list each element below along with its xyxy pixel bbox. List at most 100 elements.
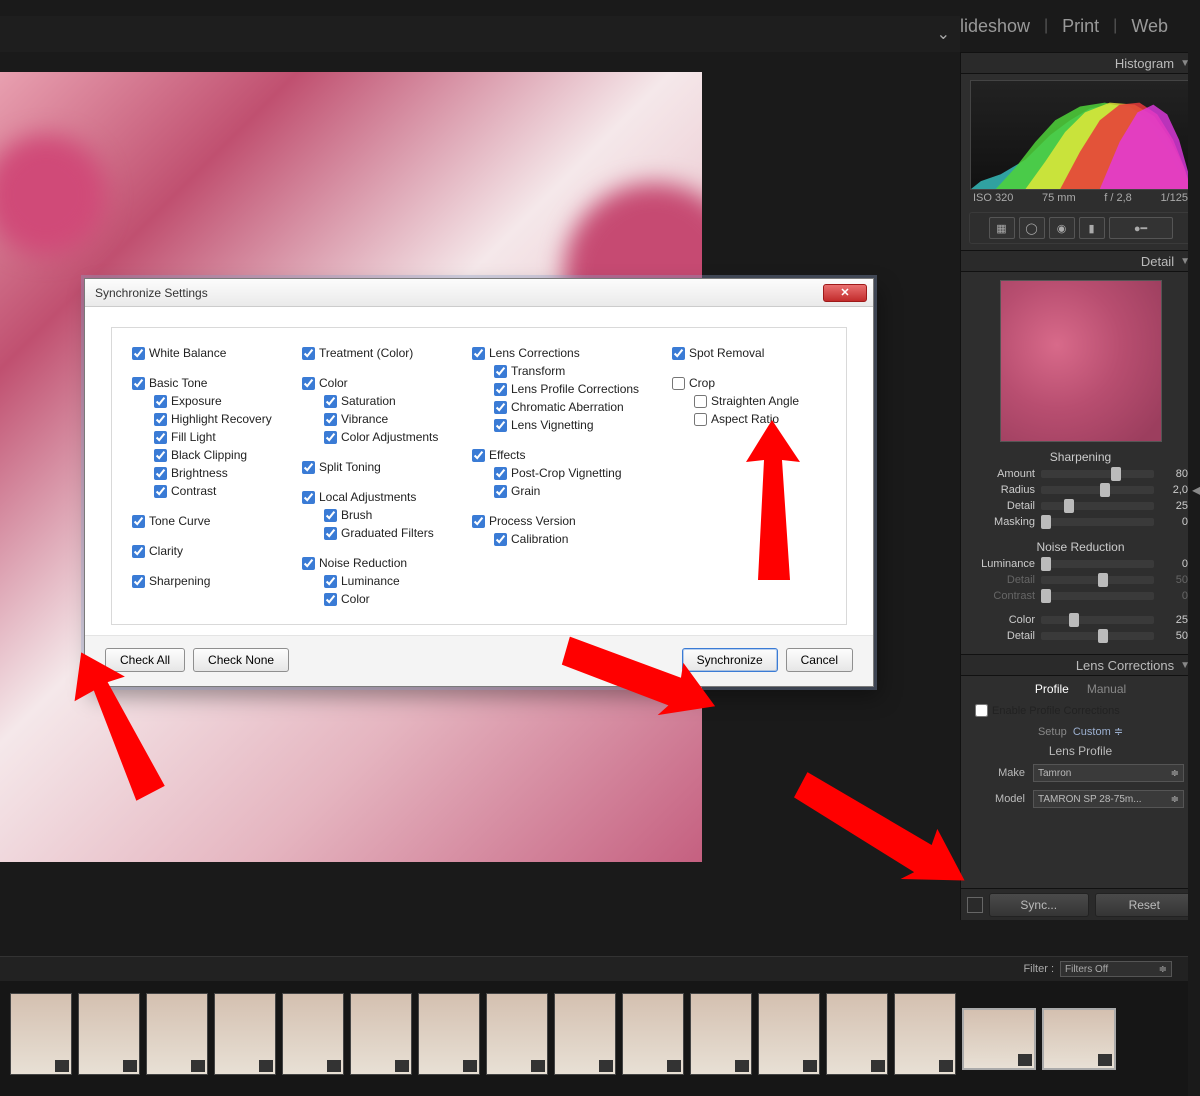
slider-track[interactable] (1041, 470, 1154, 478)
lens-tab-profile[interactable]: Profile (1035, 682, 1069, 696)
cb-fill-light[interactable] (154, 431, 167, 444)
cb-crop[interactable] (672, 377, 685, 390)
slider-masking: Masking 0 (961, 514, 1200, 530)
cb-clarity[interactable] (132, 545, 145, 558)
histogram-header[interactable]: Histogram▼ (961, 52, 1200, 74)
thumbnail[interactable] (10, 993, 72, 1075)
slider-track[interactable] (1041, 502, 1154, 510)
cb-transform[interactable] (494, 365, 507, 378)
cb-lens-profile-corrections[interactable] (494, 383, 507, 396)
cb-noise-color[interactable] (324, 593, 337, 606)
thumbnail[interactable] (690, 993, 752, 1075)
thumbnail[interactable] (350, 993, 412, 1075)
slider-track[interactable] (1041, 632, 1154, 640)
setup-value[interactable]: Custom (1073, 726, 1111, 738)
cb-straighten-angle[interactable] (694, 395, 707, 408)
cb-noise-reduction[interactable] (302, 557, 315, 570)
switch-icon[interactable] (967, 897, 983, 913)
cb-calibration[interactable] (494, 533, 507, 546)
thumbnail[interactable] (146, 993, 208, 1075)
cb-effects[interactable] (472, 449, 485, 462)
slider-track[interactable] (1041, 592, 1154, 600)
cb-black-clipping[interactable] (154, 449, 167, 462)
cb-post-crop-vignetting[interactable] (494, 467, 507, 480)
spot-tool-icon[interactable]: ◯ (1019, 217, 1045, 239)
slider-color: Color 25 (961, 612, 1200, 628)
cb-local-adjustments[interactable] (302, 491, 315, 504)
crop-tool-icon[interactable]: ▦ (989, 217, 1015, 239)
thumbnail[interactable] (214, 993, 276, 1075)
thumbnail[interactable] (758, 993, 820, 1075)
cb-white-balance[interactable] (132, 347, 145, 360)
redeye-tool-icon[interactable]: ◉ (1049, 217, 1075, 239)
detail-header[interactable]: Detail▼ (961, 250, 1200, 272)
cb-lens-corrections[interactable] (472, 347, 485, 360)
lens-profile-label: Lens Profile (961, 744, 1200, 758)
filter-dropdown[interactable]: Filters Off≑ (1060, 961, 1172, 977)
close-button[interactable]: ✕ (823, 284, 867, 302)
cb-treatment[interactable] (302, 347, 315, 360)
cb-color[interactable] (302, 377, 315, 390)
slider-track[interactable] (1041, 518, 1154, 526)
thumbnail[interactable] (282, 993, 344, 1075)
cb-process-version[interactable] (472, 515, 485, 528)
cb-basic-tone[interactable] (132, 377, 145, 390)
dialog-title: Synchronize Settings (95, 286, 208, 300)
thumbnail[interactable] (486, 993, 548, 1075)
model-dropdown[interactable]: TAMRON SP 28-75m...≑ (1033, 790, 1184, 808)
slider-track[interactable] (1041, 486, 1154, 494)
cb-split-toning[interactable] (302, 461, 315, 474)
chevron-left-icon: ◂ (1192, 480, 1200, 500)
cb-contrast[interactable] (154, 485, 167, 498)
check-none-button[interactable]: Check None (193, 648, 289, 672)
cb-color-adjustments[interactable] (324, 431, 337, 444)
thumbnail[interactable] (418, 993, 480, 1075)
cb-highlight-recovery[interactable] (154, 413, 167, 426)
cb-lens-vignetting[interactable] (494, 419, 507, 432)
chevron-down-icon[interactable]: ⌄ (937, 24, 950, 44)
cb-tone-curve[interactable] (132, 515, 145, 528)
slider-track[interactable] (1041, 616, 1154, 624)
thumbnail-selected[interactable] (962, 1008, 1036, 1070)
cb-graduated-filters[interactable] (324, 527, 337, 540)
slider-label: Contrast (973, 590, 1035, 602)
cb-sharpening[interactable] (132, 575, 145, 588)
gradient-tool-icon[interactable]: ▮ (1079, 217, 1105, 239)
thumbnail[interactable] (622, 993, 684, 1075)
slider-track[interactable] (1041, 560, 1154, 568)
cancel-button[interactable]: Cancel (786, 648, 853, 672)
lens-corrections-header[interactable]: Lens Corrections▼ (961, 654, 1200, 676)
cb-exposure[interactable] (154, 395, 167, 408)
filmstrip-thumbs (0, 981, 1200, 1087)
cb-saturation[interactable] (324, 395, 337, 408)
cb-luminance[interactable] (324, 575, 337, 588)
slider-luminance: Luminance 0 (961, 556, 1200, 572)
sync-button[interactable]: Sync... (989, 893, 1089, 917)
detail-preview[interactable] (1000, 280, 1162, 442)
synchronize-button[interactable]: Synchronize (682, 648, 778, 672)
cb-brush[interactable] (324, 509, 337, 522)
side-expand[interactable]: ◂ (1188, 0, 1200, 1096)
cb-aspect-ratio[interactable] (694, 413, 707, 426)
thumbnail[interactable] (894, 993, 956, 1075)
dialog-col-1: White Balance Basic Tone Exposure Highli… (132, 346, 302, 610)
tool-row: ▦ ◯ ◉ ▮ ●━ (969, 212, 1192, 244)
thumbnail-selected[interactable] (1042, 1008, 1116, 1070)
thumbnail[interactable] (554, 993, 616, 1075)
cb-spot-removal[interactable] (672, 347, 685, 360)
brush-tool-icon[interactable]: ●━ (1109, 217, 1173, 239)
cb-grain[interactable] (494, 485, 507, 498)
thumbnail[interactable] (78, 993, 140, 1075)
slider-track[interactable] (1041, 576, 1154, 584)
make-dropdown[interactable]: Tamron≑ (1033, 764, 1184, 782)
nav-web[interactable]: Web (1123, 16, 1176, 37)
lens-tab-manual[interactable]: Manual (1087, 682, 1126, 696)
cb-brightness[interactable] (154, 467, 167, 480)
thumbnail[interactable] (826, 993, 888, 1075)
nav-print[interactable]: Print (1054, 16, 1107, 37)
cb-vibrance[interactable] (324, 413, 337, 426)
slider-value: 50 (1160, 630, 1188, 642)
cb-chromatic-aberration[interactable] (494, 401, 507, 414)
enable-profile-corrections-checkbox[interactable] (975, 704, 988, 717)
reset-button[interactable]: Reset (1095, 893, 1195, 917)
